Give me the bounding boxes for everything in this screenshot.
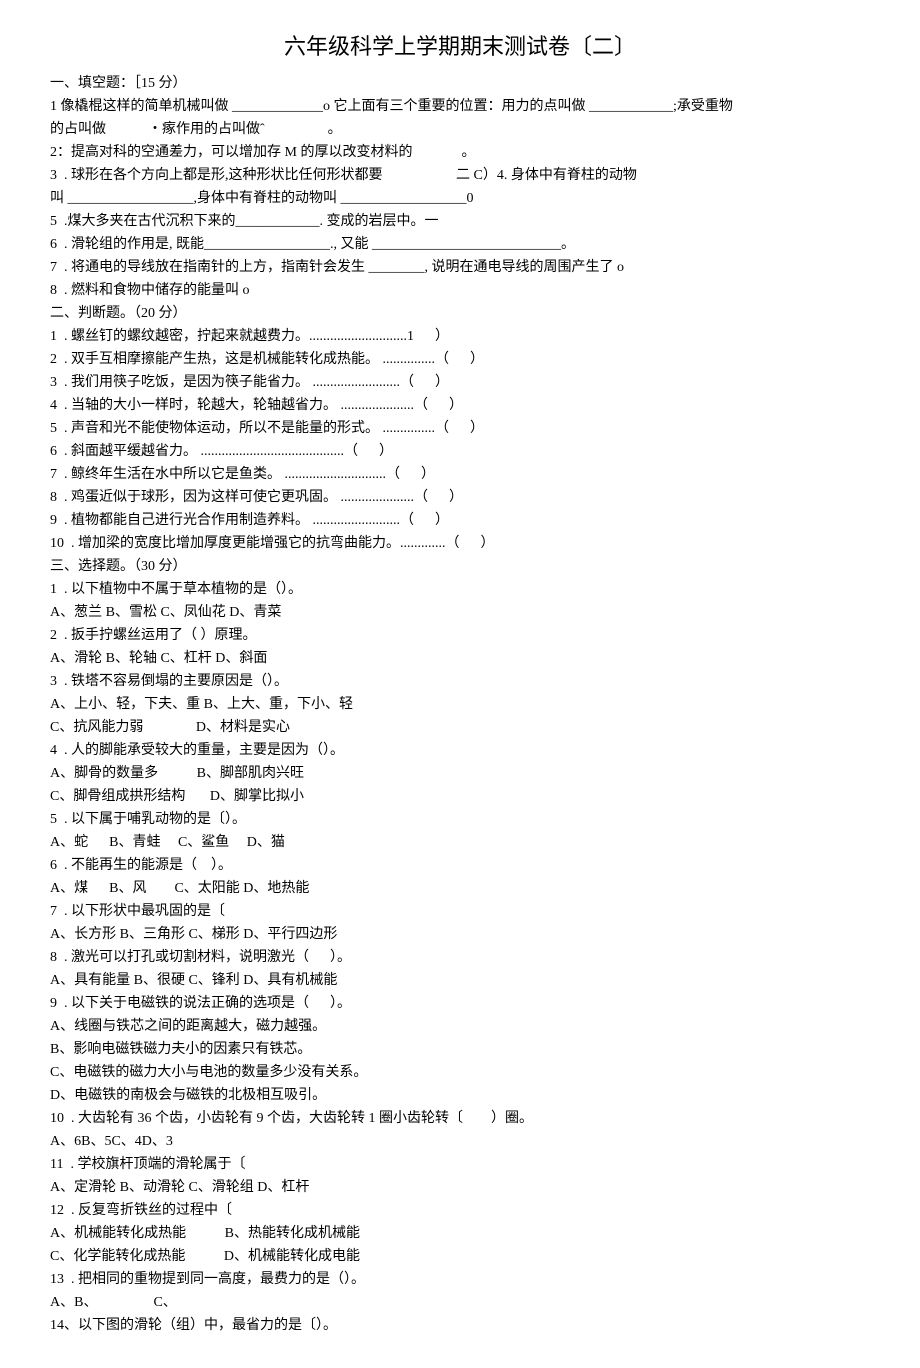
choice-q5: 5 . 以下属于哺乳动物的是〔）。	[50, 809, 870, 830]
judge-item: 7 . 鲸终年生活在水中所以它是鱼类。 ....................…	[50, 464, 870, 485]
choice-q12: 12 . 反复弯折铁丝的过程中〔	[50, 1200, 870, 1221]
choice-q9-option-a: A、线圈与铁芯之间的距离越大，磁力越强。	[50, 1016, 870, 1037]
fill-q2: 2：提高对科的空通差力，可以增加存 M 的厚以改变材料的 。	[50, 142, 870, 163]
section-judge-header: 二、判断题。（20 分）	[50, 303, 870, 324]
judge-item: 5 . 声音和光不能使物体运动，所以不是能量的形式。 .............…	[50, 418, 870, 439]
choice-q7: 7 . 以下形状中最巩固的是〔	[50, 901, 870, 922]
choice-q5-options: A、蛇 B、青蛙 C、鲨鱼 D、猫	[50, 832, 870, 853]
section-choice-header: 三、选择题。（30 分）	[50, 556, 870, 577]
judge-item: 4 . 当轴的大小一样时，轮越大，轮轴越省力。 ................…	[50, 395, 870, 416]
fill-q8: 8 . 燃料和食物中储存的能量叫 o	[50, 280, 870, 301]
choice-q6-options: A、煤 B、风 C、太阳能 D、地热能	[50, 878, 870, 899]
choice-q4-options-a: A、脚骨的数量多 B、脚部肌肉兴旺	[50, 763, 870, 784]
choice-q11: 11 . 学校旗杆顶端的滑轮属于〔	[50, 1154, 870, 1175]
choice-q8-options: A、具有能量 B、很硬 C、锋利 D、具有机械能	[50, 970, 870, 991]
choice-q1: 1 . 以下植物中不属于草本植物的是（）。	[50, 579, 870, 600]
fill-q7: 7 . 将通电的导线放在指南针的上方，指南针会发生 ________, 说明在通…	[50, 257, 870, 278]
choice-q3: 3 . 铁塔不容易倒塌的主要原因是（）。	[50, 671, 870, 692]
choice-q10-options: A、6B、5C、4D、3	[50, 1131, 870, 1152]
choice-q1-options: A、葱兰 B、雪松 C、凤仙花 D、青菜	[50, 602, 870, 623]
choice-q6: 6 . 不能再生的能源是（ ）。	[50, 855, 870, 876]
choice-q13: 13 . 把相同的重物提到同一高度，最费力的是（）。	[50, 1269, 870, 1290]
choice-q12-options-a: A、机械能转化成热能 B、热能转化成机械能	[50, 1223, 870, 1244]
choice-q3-options-a: A、上小、轻，下夫、重 B、上大、重，下小、轻	[50, 694, 870, 715]
choice-q2: 2 . 扳手拧螺丝运用了（ ）原理。	[50, 625, 870, 646]
judge-item: 8 . 鸡蛋近似于球形，因为这样可使它更巩固。 ................…	[50, 487, 870, 508]
fill-q5: 5 .煤大多夹在古代沉积下来的____________. 变成的岩层中。一	[50, 211, 870, 232]
choice-q4-options-b: C、脚骨组成拱形结构 D、脚掌比拟小	[50, 786, 870, 807]
choice-q2-options: A、滑轮 B、轮轴 C、杠杆 D、斜面	[50, 648, 870, 669]
fill-q1-line2: 的占叫做 ・瘃作用的占叫做ˆ 。	[50, 119, 870, 140]
section-fill-header: 一、填空题：［15 分）	[50, 73, 870, 94]
choice-q13-options: A、B、 C、	[50, 1292, 870, 1313]
choice-q9: 9 . 以下关于电磁铁的说法正确的选项是（ ）。	[50, 993, 870, 1014]
fill-q3b: 叫 __________________,身体中有脊柱的动物叫 ________…	[50, 188, 870, 209]
choice-q9-option-c: C、电磁铁的磁力大小与电池的数量多少没有关系。	[50, 1062, 870, 1083]
choice-q10: 10 . 大齿轮有 36 个齿，小齿轮有 9 个齿，大齿轮转 1 圈小齿轮转〔 …	[50, 1108, 870, 1129]
fill-q6: 6 . 滑轮组的作用是, 既能__________________., 又能 _…	[50, 234, 870, 255]
choice-q7-options: A、长方形 B、三角形 C、梯形 D、平行四边形	[50, 924, 870, 945]
choice-q12-options-b: C、化学能转化成热能 D、机械能转化成电能	[50, 1246, 870, 1267]
fill-q1-line1: 1 像橇棍这样的简单机械叫做 _____________o 它上面有三个重要的位…	[50, 96, 870, 117]
choice-q14: 14、以下图的滑轮（组）中，最省力的是〔）。	[50, 1315, 870, 1336]
choice-q9-option-b: B、影响电磁铁磁力夫小的因素只有铁芯。	[50, 1039, 870, 1060]
choice-q4: 4 . 人的脚能承受较大的重量，主要是因为（）。	[50, 740, 870, 761]
exam-title: 六年级科学上学期期末测试卷〔二〕	[50, 30, 870, 63]
judge-item: 6 . 斜面越平缓越省力。 ..........................…	[50, 441, 870, 462]
judge-item: 3 . 我们用筷子吃饭，是因为筷子能省力。 ..................…	[50, 372, 870, 393]
choice-q9-option-d: D、电磁铁的南极会与磁铁的北极相互吸引。	[50, 1085, 870, 1106]
judge-item: 9 . 植物都能自己进行光合作用制造养料。 ..................…	[50, 510, 870, 531]
choice-q11-options: A、定滑轮 B、动滑轮 C、滑轮组 D、杠杆	[50, 1177, 870, 1198]
judge-item: 2 . 双手互相摩擦能产生热，这是机械能转化成热能。 .............…	[50, 349, 870, 370]
judge-item: 1 . 螺丝钉的螺纹越密，拧起来就越费力。...................…	[50, 326, 870, 347]
judge-item: 10 . 增加梁的宽度比增加厚度更能增强它的抗弯曲能力。............…	[50, 533, 870, 554]
choice-q3-options-b: C、抗风能力弱 D、材料是实心	[50, 717, 870, 738]
fill-q3: 3 . 球形在各个方向上都是形,这种形状比任何形状都要 二 C）4. 身体中有脊…	[50, 165, 870, 186]
choice-q8: 8 . 激光可以打孔或切割材料，说明激光（ ）。	[50, 947, 870, 968]
